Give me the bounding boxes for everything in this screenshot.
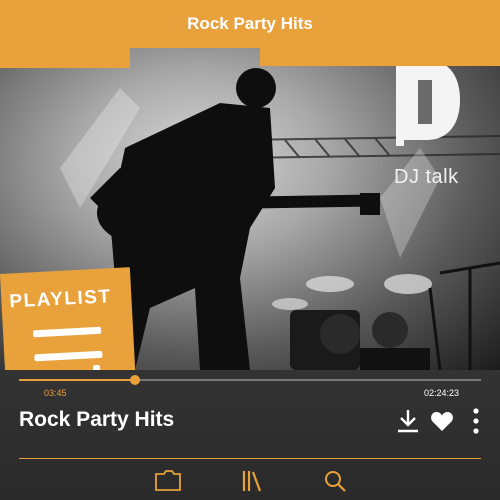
list-line-icon <box>34 350 103 362</box>
download-button[interactable] <box>396 408 420 434</box>
hero-image: DJ talk PLAYLIST <box>0 48 500 370</box>
nav-folder[interactable] <box>153 467 183 495</box>
current-time: 03:45 <box>44 388 67 398</box>
playlist-card[interactable]: PLAYLIST <box>0 267 138 370</box>
divider <box>19 458 481 459</box>
more-button[interactable] <box>466 408 486 434</box>
progress-bar[interactable] <box>19 375 481 385</box>
list-line-icon <box>32 326 102 338</box>
dj-logo-icon <box>396 56 460 146</box>
library-icon <box>242 471 262 492</box>
header-title: Rock Party Hits <box>187 14 313 33</box>
progress-knob[interactable] <box>129 375 140 385</box>
header-edge <box>260 48 500 66</box>
search-icon <box>325 471 346 492</box>
folder-icon <box>155 470 181 491</box>
more-icon <box>473 408 479 434</box>
download-icon <box>398 410 418 433</box>
progress-fill <box>19 379 135 381</box>
heart-icon <box>431 412 453 431</box>
total-time: 02:24:23 <box>423 388 459 398</box>
header-edge <box>0 48 130 68</box>
app-header: Rock Party Hits <box>0 0 500 48</box>
track-title: Rock Party Hits <box>19 408 175 431</box>
favorite-button[interactable] <box>430 408 454 434</box>
brand-text: DJ talk <box>394 166 459 188</box>
playlist-label: PLAYLIST <box>8 286 112 313</box>
nav-library[interactable] <box>237 467 267 495</box>
nav-search[interactable] <box>320 467 350 495</box>
player-panel: 03:45 02:24:23 Rock Party Hits <box>0 370 500 500</box>
